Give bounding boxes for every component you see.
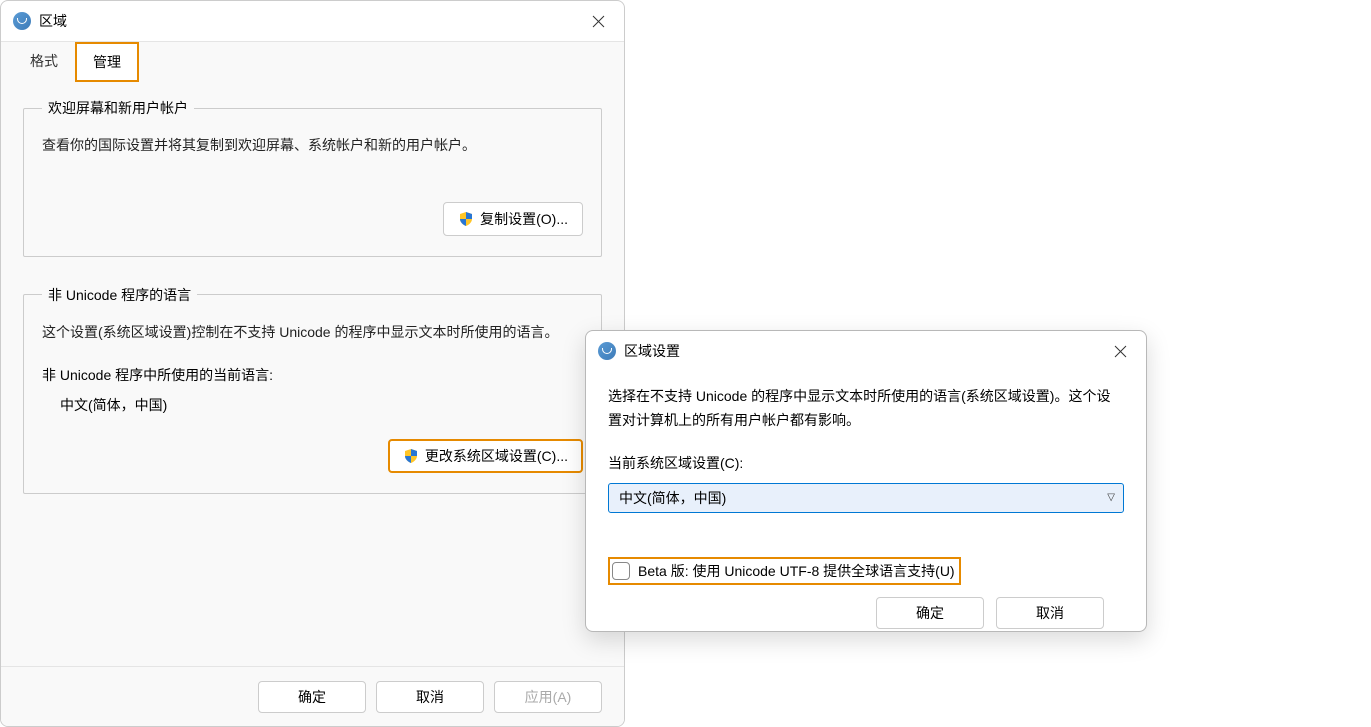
nonunicode-group: 非 Unicode 程序的语言 这个设置(系统区域设置)控制在不支持 Unico… bbox=[23, 285, 602, 494]
cancel-button[interactable]: 取消 bbox=[376, 681, 484, 713]
locale-settings-dialog: 区域设置 选择在不支持 Unicode 的程序中显示文本时所使用的语言(系统区域… bbox=[585, 330, 1147, 632]
info-text: 选择在不支持 Unicode 的程序中显示文本时所使用的语言(系统区域设置)。这… bbox=[608, 385, 1124, 433]
tab-admin[interactable]: 管理 bbox=[75, 42, 139, 82]
close-button[interactable] bbox=[576, 6, 620, 36]
titlebar[interactable]: 区域 bbox=[1, 1, 624, 41]
close-button[interactable] bbox=[1098, 336, 1142, 366]
close-icon bbox=[592, 15, 605, 28]
cancel-button[interactable]: 取消 bbox=[996, 597, 1104, 629]
tabs: 格式 管理 bbox=[1, 41, 624, 82]
uac-shield-icon bbox=[458, 211, 474, 227]
ok-button[interactable]: 确定 bbox=[876, 597, 984, 629]
change-locale-label: 更改系统区域设置(C)... bbox=[425, 446, 568, 466]
ok-button[interactable]: 确定 bbox=[258, 681, 366, 713]
uac-shield-icon bbox=[403, 448, 419, 464]
system-locale-combo[interactable]: 中文(简体，中国) ▽ bbox=[608, 483, 1124, 513]
copy-settings-label: 复制设置(O)... bbox=[480, 209, 568, 229]
dialog-body: 选择在不支持 Unicode 的程序中显示文本时所使用的语言(系统区域设置)。这… bbox=[586, 371, 1146, 632]
dialog-footer: 确定 取消 应用(A) bbox=[1, 666, 624, 726]
tab-format[interactable]: 格式 bbox=[13, 42, 75, 82]
nonunicode-legend: 非 Unicode 程序的语言 bbox=[42, 285, 197, 305]
utf8-beta-checkbox-row[interactable]: Beta 版: 使用 Unicode UTF-8 提供全球语言支持(U) bbox=[608, 557, 961, 585]
copy-settings-button[interactable]: 复制设置(O)... bbox=[443, 202, 583, 236]
region-dialog: 区域 格式 管理 欢迎屏幕和新用户帐户 查看你的国际设置并将其复制到欢迎屏幕、系… bbox=[0, 0, 625, 727]
current-lang-label: 非 Unicode 程序中所使用的当前语言: bbox=[42, 365, 583, 385]
change-locale-button[interactable]: 更改系统区域设置(C)... bbox=[388, 439, 583, 473]
tab-panel-admin: 欢迎屏幕和新用户帐户 查看你的国际设置并将其复制到欢迎屏幕、系统帐户和新的用户帐… bbox=[1, 82, 624, 669]
welcome-legend: 欢迎屏幕和新用户帐户 bbox=[42, 98, 194, 118]
titlebar[interactable]: 区域设置 bbox=[586, 331, 1146, 371]
globe-icon bbox=[13, 12, 31, 30]
combo-value: 中文(简体，中国) bbox=[619, 488, 726, 508]
close-icon bbox=[1114, 345, 1127, 358]
combo-label: 当前系统区域设置(C): bbox=[608, 453, 1124, 473]
window-title: 区域设置 bbox=[624, 341, 1098, 361]
globe-icon bbox=[598, 342, 616, 360]
welcome-group: 欢迎屏幕和新用户帐户 查看你的国际设置并将其复制到欢迎屏幕、系统帐户和新的用户帐… bbox=[23, 98, 602, 257]
chevron-down-icon: ▽ bbox=[1107, 492, 1115, 503]
current-lang-value: 中文(简体，中国) bbox=[60, 395, 583, 415]
checkbox-box[interactable] bbox=[612, 562, 630, 580]
checkbox-label: Beta 版: 使用 Unicode UTF-8 提供全球语言支持(U) bbox=[638, 561, 955, 581]
nonunicode-desc: 这个设置(系统区域设置)控制在不支持 Unicode 的程序中显示文本时所使用的… bbox=[42, 321, 583, 345]
window-title: 区域 bbox=[39, 11, 576, 31]
welcome-desc: 查看你的国际设置并将其复制到欢迎屏幕、系统帐户和新的用户帐户。 bbox=[42, 134, 583, 158]
dialog-footer: 确定 取消 bbox=[608, 585, 1124, 629]
apply-button: 应用(A) bbox=[494, 681, 602, 713]
